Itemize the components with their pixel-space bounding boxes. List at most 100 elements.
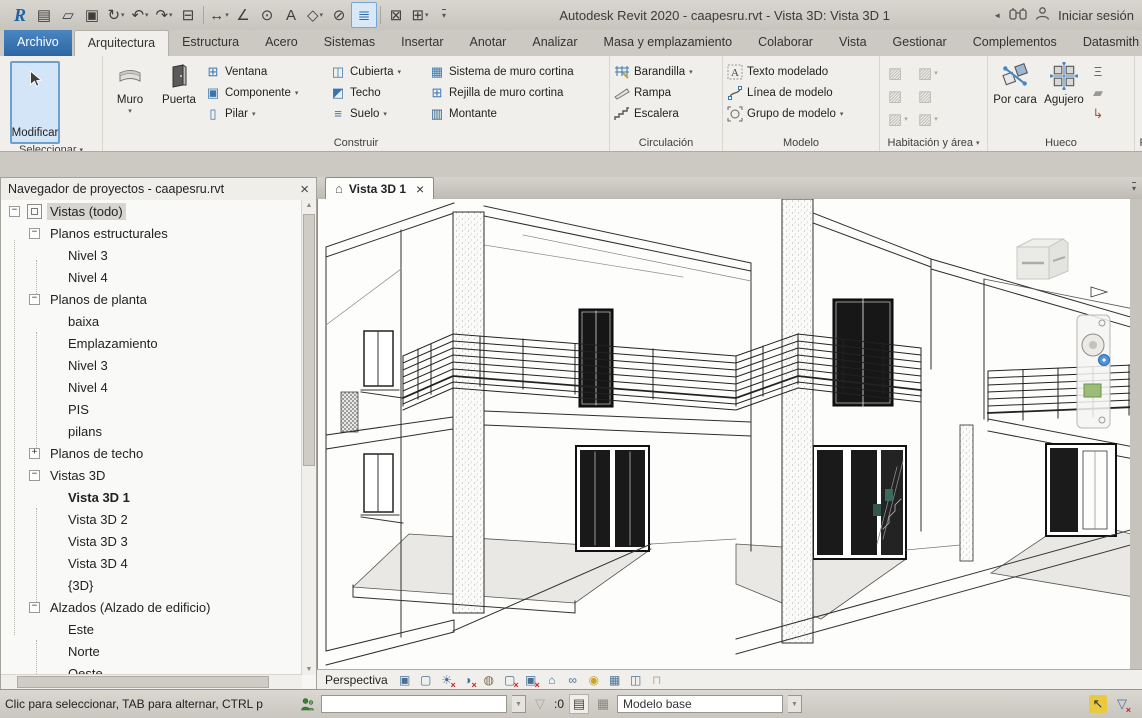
- tree-item-alzadosalzadodeedificio[interactable]: −Alzados (Alzado de edificio): [1, 596, 302, 618]
- tree-item-vista3d2[interactable]: Vista 3D 2: [1, 508, 302, 530]
- render-dialog-icon[interactable]: ◍: [480, 672, 498, 688]
- expand-plus-icon[interactable]: +: [29, 448, 40, 459]
- print-icon[interactable]: ⊟: [176, 3, 200, 27]
- collapse-minus-icon[interactable]: −: [9, 206, 20, 217]
- design-options-dropdown-icon[interactable]: ▼: [788, 695, 802, 713]
- ribbon-button-area-boundary-icon[interactable]: ▨▾: [888, 107, 918, 130]
- panel-label[interactable]: Habitación y área▾: [880, 134, 987, 151]
- editable-only-icon[interactable]: ▦: [594, 695, 612, 713]
- ribbon-button-grupo-de-modelo[interactable]: Grupo de modelo▾: [727, 104, 875, 123]
- tree-item-pilans[interactable]: pilans: [1, 420, 302, 442]
- ribbon-button-sistema-de-muro-cortina[interactable]: ▦Sistema de muro cortina: [429, 62, 605, 81]
- collapse-arrow-icon[interactable]: ◄: [993, 11, 1001, 20]
- ribbon-button-cubierta[interactable]: ◫Cubierta▾: [330, 62, 426, 81]
- ribbon-button-pilar[interactable]: ▯Pilar▾: [205, 104, 327, 123]
- ribbon-tab-colaborar[interactable]: Colaborar: [745, 30, 826, 56]
- worksets-dialog-icon[interactable]: ▤: [569, 694, 589, 714]
- tree-item-pis[interactable]: PIS: [1, 398, 302, 420]
- ribbon-tab-estructura[interactable]: Estructura: [169, 30, 252, 56]
- tree-item-vista3d3[interactable]: Vista 3D 3: [1, 530, 302, 552]
- selection-toggle-icon[interactable]: ↖: [1089, 695, 1107, 713]
- ribbon-button-por-cara[interactable]: Por cara: [992, 59, 1038, 107]
- ribbon-tab-analizar[interactable]: Analizar: [519, 30, 590, 56]
- visual-style-icon[interactable]: ▣: [396, 672, 414, 688]
- ribbon-button-montante[interactable]: ▥Montante: [429, 104, 605, 123]
- browser-horizontal-scrollbar[interactable]: [1, 674, 302, 689]
- collapse-minus-icon[interactable]: −: [29, 602, 40, 613]
- worksharing-display-icon[interactable]: ▦: [606, 672, 624, 688]
- ribbon-button-agujero[interactable]: Agujero: [1041, 59, 1087, 107]
- close-inactive-windows-icon[interactable]: ⊠: [384, 3, 408, 27]
- scrollbar-thumb[interactable]: [303, 214, 315, 466]
- displaced-elements-icon[interactable]: ◫: [627, 672, 645, 688]
- ribbon-button-room-separator-icon[interactable]: ▨▾: [918, 61, 948, 84]
- sun-path-icon[interactable]: ☀×: [438, 672, 456, 688]
- active-workset-combo[interactable]: [321, 695, 507, 713]
- tree-item-vista3d4[interactable]: Vista 3D 4: [1, 552, 302, 574]
- tree-item-planosestructurales[interactable]: −Planos estructurales: [1, 222, 302, 244]
- measure-icon[interactable]: ↔▾: [207, 3, 231, 27]
- ribbon-button-techo[interactable]: ◩Techo: [330, 83, 426, 102]
- tree-item-planosdeplanta[interactable]: −Planos de planta: [1, 288, 302, 310]
- thin-lines-icon[interactable]: ≣: [351, 2, 377, 28]
- ribbon-button-puerta[interactable]: Puerta: [156, 59, 202, 107]
- reveal-hidden-icon[interactable]: ◉: [585, 672, 603, 688]
- tag-icon[interactable]: ⊙: [255, 3, 279, 27]
- close-icon[interactable]: ×: [300, 182, 309, 197]
- ribbon-button-escalera[interactable]: Escalera: [614, 104, 718, 123]
- tree-item-nivel4[interactable]: Nivel 4: [1, 266, 302, 288]
- ribbon-button-línea-de-modelo[interactable]: Línea de modelo: [727, 83, 875, 102]
- ribbon-tab-archivo[interactable]: Archivo: [4, 30, 72, 56]
- shadows-icon[interactable]: ◑×: [459, 672, 477, 688]
- panel-label[interactable]: Hueco: [988, 134, 1134, 151]
- view-scale-label[interactable]: Perspectiva: [325, 673, 388, 687]
- ribbon-button-ventana[interactable]: ⊞Ventana: [205, 62, 327, 81]
- tree-item-nivel3[interactable]: Nivel 3: [1, 354, 302, 376]
- open-icon[interactable]: ▱: [56, 3, 80, 27]
- ribbon-button-area-icon[interactable]: ▨: [918, 84, 948, 107]
- ribbon-button-rampa[interactable]: Rampa: [614, 83, 718, 102]
- panel-label[interactable]: Circulación: [610, 134, 722, 151]
- text-icon[interactable]: A: [279, 3, 303, 27]
- tree-item-nivel3[interactable]: Nivel 3: [1, 244, 302, 266]
- aligned-dimension-icon[interactable]: ∠: [231, 3, 255, 27]
- modify-button[interactable]: Modificar: [10, 61, 60, 144]
- crop-view-icon[interactable]: ▢×: [501, 672, 519, 688]
- workset-dropdown-icon[interactable]: ▼: [512, 695, 526, 713]
- search-binoculars-icon[interactable]: [1009, 7, 1027, 23]
- ribbon-button-suelo[interactable]: ≡Suelo▾: [330, 104, 426, 123]
- ribbon-button-dormer-opening-icon[interactable]: ↳: [1090, 104, 1106, 123]
- sync-icon[interactable]: ↻▾: [104, 3, 128, 27]
- tree-item-vistas3d[interactable]: −Vistas 3D: [1, 464, 302, 486]
- crop-region-icon[interactable]: ▣×: [522, 672, 540, 688]
- ribbon-tab-arquitectura[interactable]: Arquitectura: [74, 30, 169, 56]
- sign-in-label[interactable]: Iniciar sesión: [1058, 8, 1134, 23]
- ribbon-button-tag-room-icon[interactable]: ▨: [888, 84, 918, 107]
- tree-item-vistastodo[interactable]: −Vistas (todo): [1, 200, 302, 222]
- ribbon-tab-gestionar[interactable]: Gestionar: [880, 30, 960, 56]
- section-icon[interactable]: ⊘: [327, 3, 351, 27]
- browser-vertical-scrollbar[interactable]: ▲ ▼: [301, 200, 316, 675]
- hide-isolate-icon[interactable]: ∞: [564, 672, 582, 688]
- tree-item-baixa[interactable]: baixa: [1, 310, 302, 332]
- project-browser-header[interactable]: Navegador de proyectos - caapesru.rvt ×: [1, 178, 316, 201]
- tree-item-3d[interactable]: {3D}: [1, 574, 302, 596]
- panel-label[interactable]: Ref: [1135, 134, 1142, 151]
- ribbon-button-muro[interactable]: Muro▾: [107, 59, 153, 115]
- revit-logo[interactable]: R: [8, 3, 32, 27]
- tree-item-vista3d1[interactable]: Vista 3D 1: [1, 486, 302, 508]
- ribbon-tab-datasmith[interactable]: Datasmith: [1070, 30, 1142, 56]
- panel-label[interactable]: Construir: [103, 134, 609, 151]
- panel-label[interactable]: Modelo: [723, 134, 879, 151]
- close-view-icon[interactable]: ×: [416, 181, 424, 197]
- scrollbar-thumb[interactable]: [17, 676, 269, 688]
- design-options-combo[interactable]: Modelo base: [617, 695, 783, 713]
- ribbon-tab-anotar[interactable]: Anotar: [457, 30, 520, 56]
- ribbon-button-wall-opening-icon[interactable]: Ξ: [1090, 62, 1106, 81]
- panel-label[interactable]: Seleccionar▾: [0, 144, 102, 152]
- ribbon-tab-sistemas[interactable]: Sistemas: [311, 30, 388, 56]
- ribbon-tab-acero[interactable]: Acero: [252, 30, 311, 56]
- view-tab-vista-3d-1[interactable]: ⌂ Vista 3D 1 ×: [325, 177, 434, 199]
- model-canvas[interactable]: [317, 199, 1130, 670]
- sign-in-person-icon[interactable]: [1035, 6, 1050, 24]
